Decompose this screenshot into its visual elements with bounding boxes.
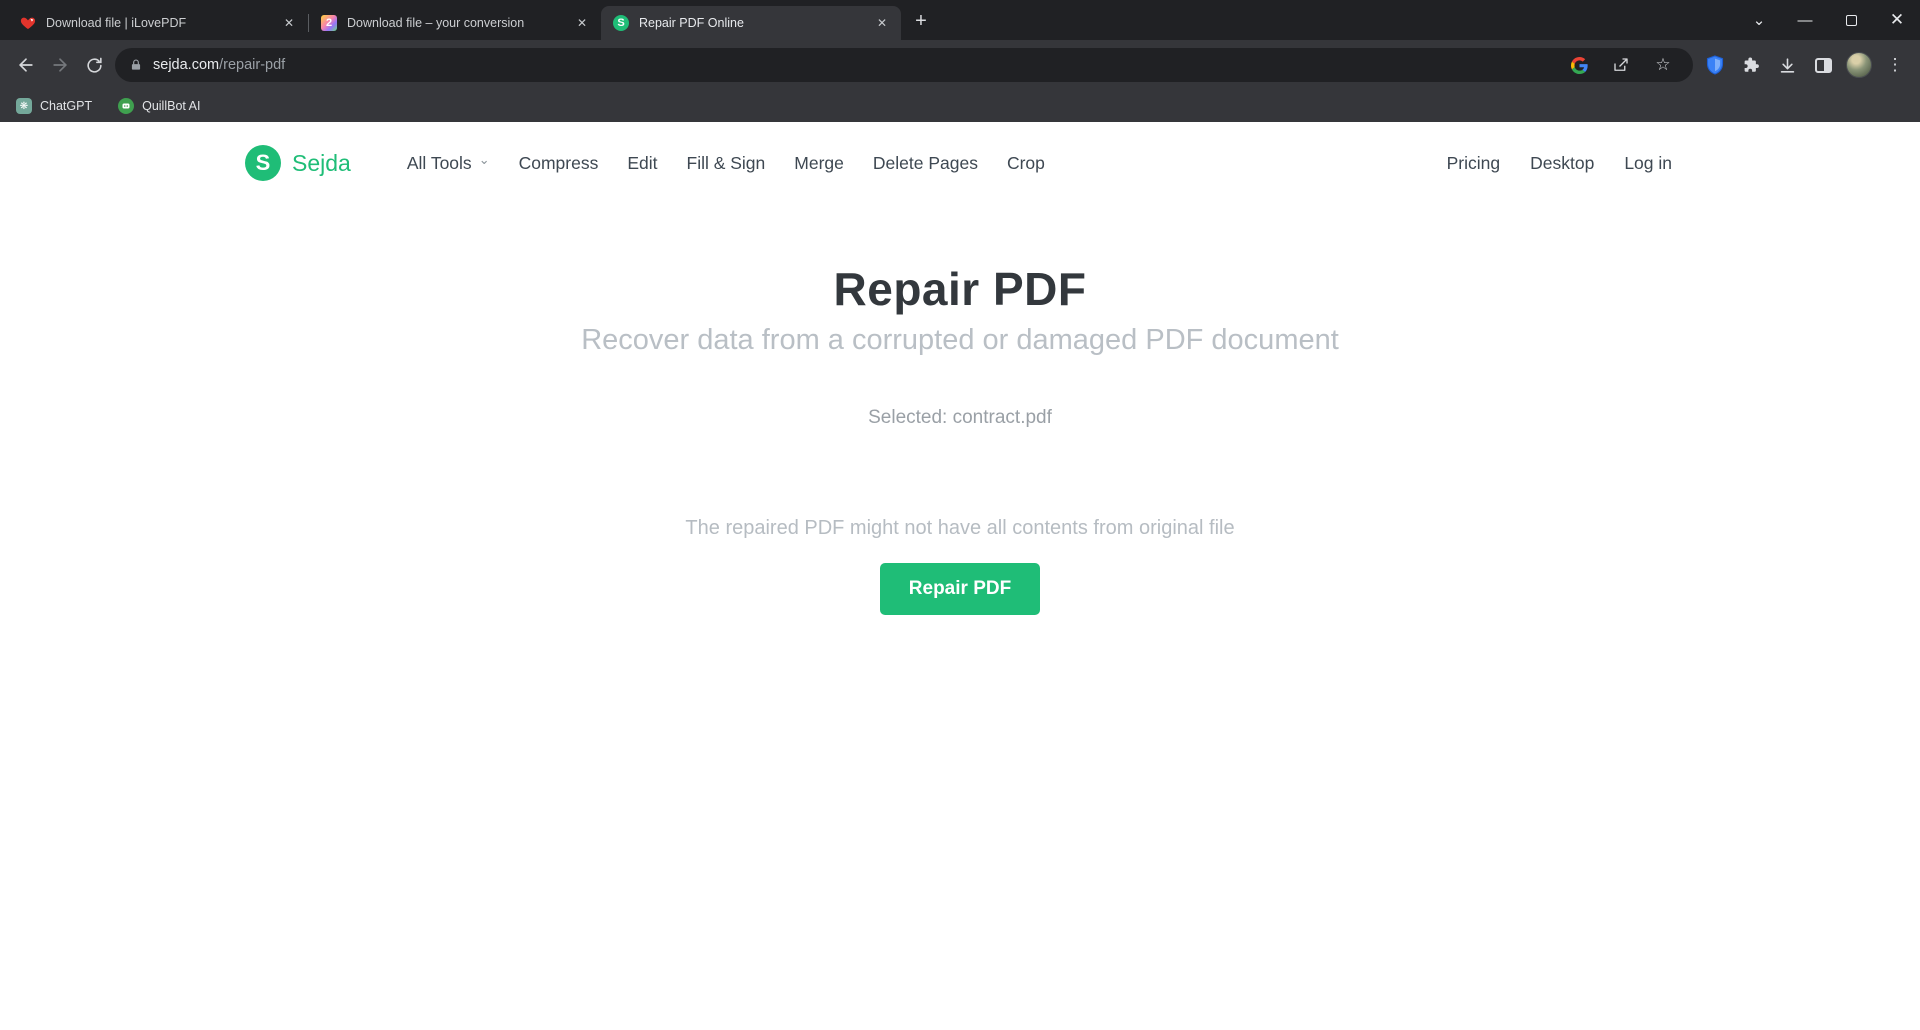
tab-title: Repair PDF Online <box>639 16 863 30</box>
browser-menu-icon[interactable]: ⋮ <box>1879 49 1911 81</box>
minimize-button[interactable]: — <box>1782 0 1828 40</box>
nav-links: All Tools⌄ Compress Edit Fill & Sign Mer… <box>407 153 1045 174</box>
chatgpt-icon: ❋ <box>16 98 32 114</box>
nav-link-delete-pages[interactable]: Delete Pages <box>873 153 978 174</box>
url-text: sejda.com/repair-pdf <box>153 57 285 73</box>
sejda-logo[interactable]: S Sejda <box>245 145 351 181</box>
close-window-button[interactable]: ✕ <box>1874 0 1920 40</box>
site-navigation: S Sejda All Tools⌄ Compress Edit Fill & … <box>0 122 1920 204</box>
close-icon[interactable]: ✕ <box>873 14 891 32</box>
tab-title: Download file – your conversion <box>347 16 563 30</box>
reload-button[interactable] <box>77 48 111 82</box>
nav-left-group: S Sejda All Tools⌄ Compress Edit Fill & … <box>245 145 1045 181</box>
page-title: Repair PDF <box>0 262 1920 316</box>
extensions-puzzle-icon[interactable] <box>1735 49 1767 81</box>
browser-toolbar: sejda.com/repair-pdf ☆ ⋮ <box>0 40 1920 90</box>
nav-link-desktop[interactable]: Desktop <box>1530 153 1594 174</box>
sejda-brand-name: Sejda <box>292 150 351 177</box>
tab-repair-pdf[interactable]: S Repair PDF Online ✕ <box>601 6 901 40</box>
quillbot-icon <box>118 98 134 114</box>
close-icon[interactable]: ✕ <box>280 14 298 32</box>
side-panel-icon[interactable] <box>1807 49 1839 81</box>
main-content: Repair PDF Recover data from a corrupted… <box>0 204 1920 615</box>
bookmark-label: ChatGPT <box>40 99 92 113</box>
bookmarks-bar: ❋ ChatGPT QuillBot AI <box>0 90 1920 122</box>
forward-arrow-icon <box>50 55 70 75</box>
tab-title: Download file | iLovePDF <box>46 16 270 30</box>
tab-ilovepdf[interactable]: Download file | iLovePDF ✕ <box>8 6 308 40</box>
share-icon[interactable] <box>1605 49 1637 81</box>
heart-icon <box>20 15 36 31</box>
nav-right-group: Pricing Desktop Log in <box>1447 153 1672 174</box>
nav-link-merge[interactable]: Merge <box>794 153 844 174</box>
nav-link-login[interactable]: Log in <box>1624 153 1672 174</box>
nav-link-edit[interactable]: Edit <box>627 153 657 174</box>
bookmark-quillbot[interactable]: QuillBot AI <box>118 98 200 114</box>
sejda-page: S Sejda All Tools⌄ Compress Edit Fill & … <box>0 122 1920 1030</box>
nav-link-pricing[interactable]: Pricing <box>1447 153 1501 174</box>
new-tab-button[interactable]: + <box>907 7 935 35</box>
bookmark-label: QuillBot AI <box>142 99 200 113</box>
back-button[interactable] <box>9 48 43 82</box>
forward-button[interactable] <box>43 48 77 82</box>
nav-link-fill-sign[interactable]: Fill & Sign <box>687 153 766 174</box>
toolbar-right-group: ⋮ <box>1699 49 1911 81</box>
nav-link-crop[interactable]: Crop <box>1007 153 1045 174</box>
converter-icon: 2 <box>321 15 337 31</box>
url-host: sejda.com <box>153 57 219 73</box>
shield-icon[interactable] <box>1699 49 1731 81</box>
sejda-logo-icon: S <box>245 145 281 181</box>
restore-icon <box>1846 15 1857 26</box>
url-path: /repair-pdf <box>219 57 285 73</box>
repair-warning-text: The repaired PDF might not have all cont… <box>0 517 1920 540</box>
repair-pdf-button[interactable]: Repair PDF <box>880 563 1040 615</box>
restore-button[interactable] <box>1828 0 1874 40</box>
bookmark-star-icon[interactable]: ☆ <box>1647 49 1679 81</box>
tab-conversion[interactable]: 2 Download file – your conversion ✕ <box>309 6 601 40</box>
google-icon[interactable] <box>1563 49 1595 81</box>
lock-icon <box>129 58 143 72</box>
nav-link-all-tools[interactable]: All Tools⌄ <box>407 153 490 174</box>
address-bar[interactable]: sejda.com/repair-pdf ☆ <box>115 48 1693 82</box>
downloads-icon[interactable] <box>1771 49 1803 81</box>
selected-file-label: Selected: contract.pdf <box>0 407 1920 429</box>
profile-avatar[interactable] <box>1843 49 1875 81</box>
reload-icon <box>85 56 104 75</box>
page-subtitle: Recover data from a corrupted or damaged… <box>0 324 1920 357</box>
tab-strip: Download file | iLovePDF ✕ 2 Download fi… <box>0 0 1920 40</box>
nav-link-compress[interactable]: Compress <box>519 153 599 174</box>
sejda-favicon: S <box>613 15 629 31</box>
close-icon[interactable]: ✕ <box>573 14 591 32</box>
bookmark-chatgpt[interactable]: ❋ ChatGPT <box>16 98 92 114</box>
tab-search-chevron-icon[interactable]: ⌄ <box>1736 0 1782 40</box>
back-arrow-icon <box>16 55 36 75</box>
